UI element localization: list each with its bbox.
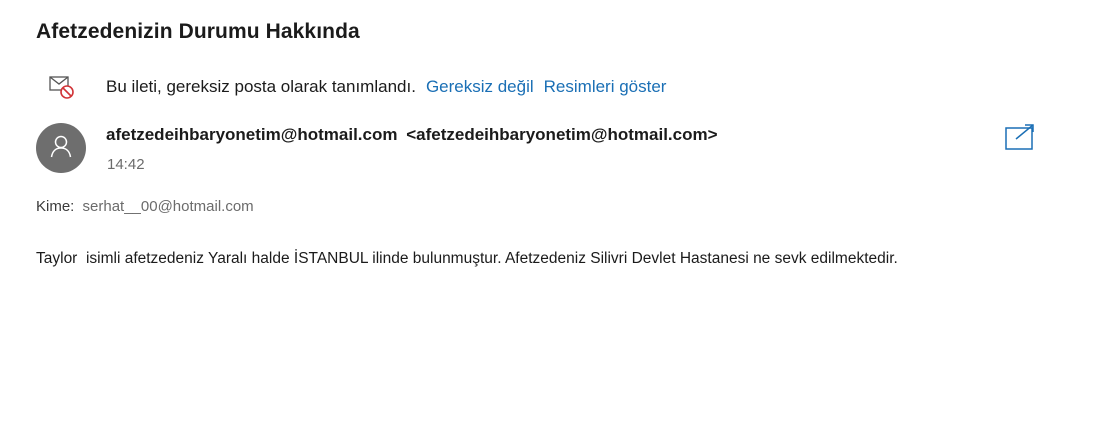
email-subject: Afetzedenizin Durumu Hakkında (36, 20, 360, 43)
sent-time: 14:42 (107, 156, 145, 173)
junk-mail-icon (48, 73, 76, 101)
email-reading-pane: Afetzedenizin Durumu Hakkında Bu ileti, … (0, 0, 1102, 430)
sender-line: afetzedeihbaryonetim@hotmail.com <afetze… (106, 125, 718, 145)
not-junk-link[interactable]: Gereksiz değil (426, 77, 534, 97)
person-icon (48, 133, 74, 164)
open-in-new-window-icon (1004, 124, 1036, 155)
sender-email[interactable]: <afetzedeihbaryonetim@hotmail.com> (406, 125, 717, 144)
show-images-link[interactable]: Resimleri göster (544, 77, 667, 97)
recipient-address[interactable]: serhat__00@hotmail.com (83, 198, 254, 215)
recipients-label: Kime: (36, 198, 75, 215)
email-body: Taylor isimli afetzedeniz Yaralı halde İ… (36, 250, 898, 267)
sender-name[interactable]: afetzedeihbaryonetim@hotmail.com (106, 125, 397, 144)
junk-notice-message: Bu ileti, gereksiz posta olarak tanımlan… (106, 77, 416, 96)
junk-notice-bar: Bu ileti, gereksiz posta olarak tanımlan… (48, 72, 676, 102)
recipients-line: Kime: serhat__00@hotmail.com (36, 198, 254, 215)
sender-avatar[interactable] (36, 123, 86, 173)
open-in-new-window-button[interactable] (1004, 123, 1036, 151)
